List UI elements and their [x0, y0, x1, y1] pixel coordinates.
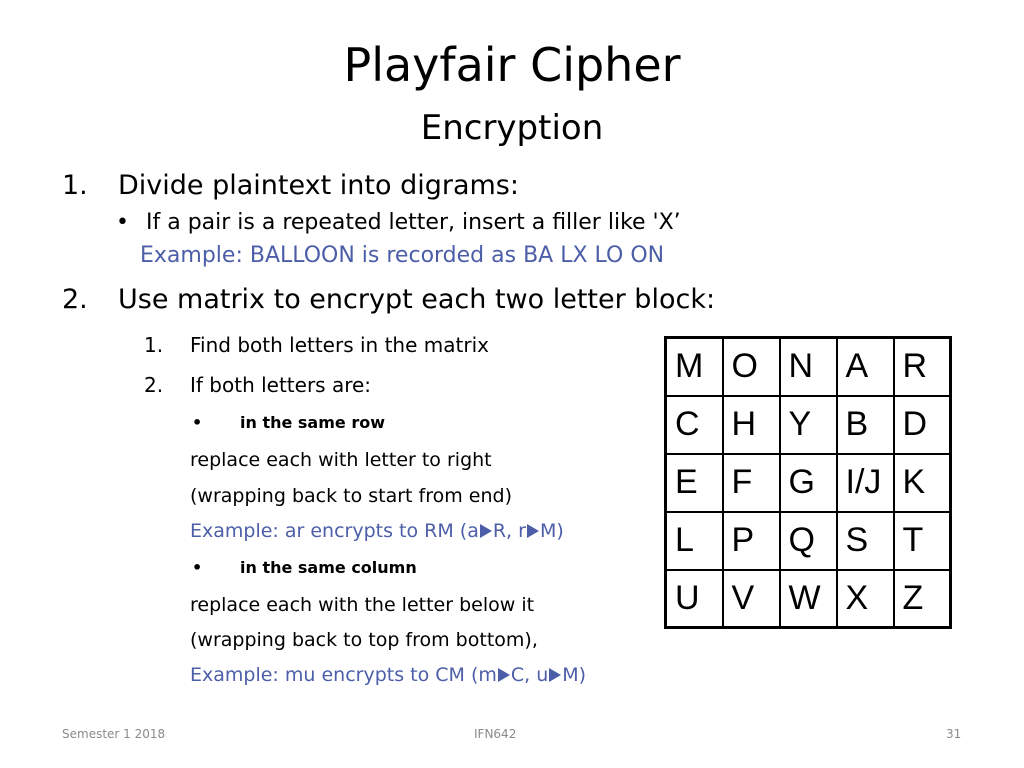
matrix-row: M O N A R — [664, 336, 952, 397]
matrix-cell: D — [892, 394, 952, 455]
step2-number: 2. — [62, 284, 88, 315]
matrix-cell: A — [835, 336, 895, 397]
matrix-cell: U — [664, 568, 724, 629]
matrix-row: U V W X Z — [664, 568, 952, 629]
matrix-row: C H Y B D — [664, 394, 952, 455]
row-example-part-c: M) — [539, 520, 564, 542]
step1-example: Example: BALLOON is recorded as BA LX LO… — [140, 243, 665, 268]
step1-number: 1. — [62, 170, 88, 201]
matrix-cell: G — [778, 452, 838, 513]
row-case-line2: (wrapping back to start from end) — [190, 485, 513, 507]
matrix-cell: L — [664, 510, 724, 571]
row-example-part-b: R, r — [492, 520, 526, 542]
bullet-marker — [192, 413, 202, 432]
matrix-cell: N — [778, 336, 838, 397]
matrix-cell: R — [892, 336, 952, 397]
matrix-cell: Z — [892, 568, 952, 629]
slide-subtitle: Encryption — [420, 108, 604, 148]
playfair-matrix: M O N A R C H Y B D E F G I/J K L P Q S … — [664, 336, 952, 629]
col-case-line1: replace each with the letter below it — [190, 594, 535, 616]
step2-text: Use matrix to encrypt each two letter bl… — [118, 284, 716, 315]
matrix-cell: I/J — [835, 452, 895, 513]
col-case-heading: in the same column — [240, 558, 417, 577]
col-case-line2: (wrapping back to top from bottom), — [190, 629, 538, 651]
matrix-row: E F G I/J K — [664, 452, 952, 513]
matrix-cell: Q — [778, 510, 838, 571]
step1-text: Divide plaintext into digrams: — [118, 170, 519, 201]
matrix-cell: M — [664, 336, 724, 397]
row-case-heading: in the same row — [240, 413, 385, 432]
bullet-marker — [192, 558, 202, 577]
matrix-cell: F — [721, 452, 781, 513]
matrix-cell: E — [664, 452, 724, 513]
footer-semester: Semester 1 2018 — [62, 727, 166, 741]
matrix-cell: T — [892, 510, 952, 571]
matrix-cell: V — [721, 568, 781, 629]
col-case-example: Example: mu encrypts to CM (m C, u M) — [190, 664, 586, 686]
row-case-line1: replace each with letter to right — [190, 449, 492, 471]
step1-bullet-text: If a pair is a repeated letter, insert a… — [146, 210, 681, 235]
col-example-part-b: C, u — [510, 664, 549, 686]
matrix-cell: B — [835, 394, 895, 455]
matrix-row: L P Q S T — [664, 510, 952, 571]
right-arrow-icon — [479, 524, 492, 538]
matrix-cell: K — [892, 452, 952, 513]
bullet-marker — [116, 210, 129, 235]
right-arrow-icon — [549, 668, 562, 682]
matrix-cell: W — [778, 568, 838, 629]
matrix-cell: X — [835, 568, 895, 629]
right-arrow-icon — [526, 524, 539, 538]
matrix-cell: Y — [778, 394, 838, 455]
right-arrow-icon — [497, 668, 510, 682]
slide-title: Playfair Cipher — [343, 38, 681, 92]
footer-page-number: 31 — [946, 727, 962, 741]
matrix-cell: S — [835, 510, 895, 571]
matrix-cell: P — [721, 510, 781, 571]
col-example-part-c: M) — [562, 664, 587, 686]
col-example-part-a: Example: mu encrypts to CM (m — [190, 664, 497, 686]
sub1-number: 1. — [144, 333, 164, 357]
footer-course-code: IFN642 — [474, 727, 517, 741]
sub2-text: If both letters are: — [190, 373, 372, 397]
sub2-number: 2. — [144, 373, 164, 397]
matrix-cell: O — [721, 336, 781, 397]
row-example-part-a: Example: ar encrypts to RM (a — [190, 520, 479, 542]
matrix-cell: C — [664, 394, 724, 455]
row-case-example: Example: ar encrypts to RM (a R, r M) — [190, 520, 564, 542]
matrix-cell: H — [721, 394, 781, 455]
sub1-text: Find both letters in the matrix — [190, 333, 489, 357]
